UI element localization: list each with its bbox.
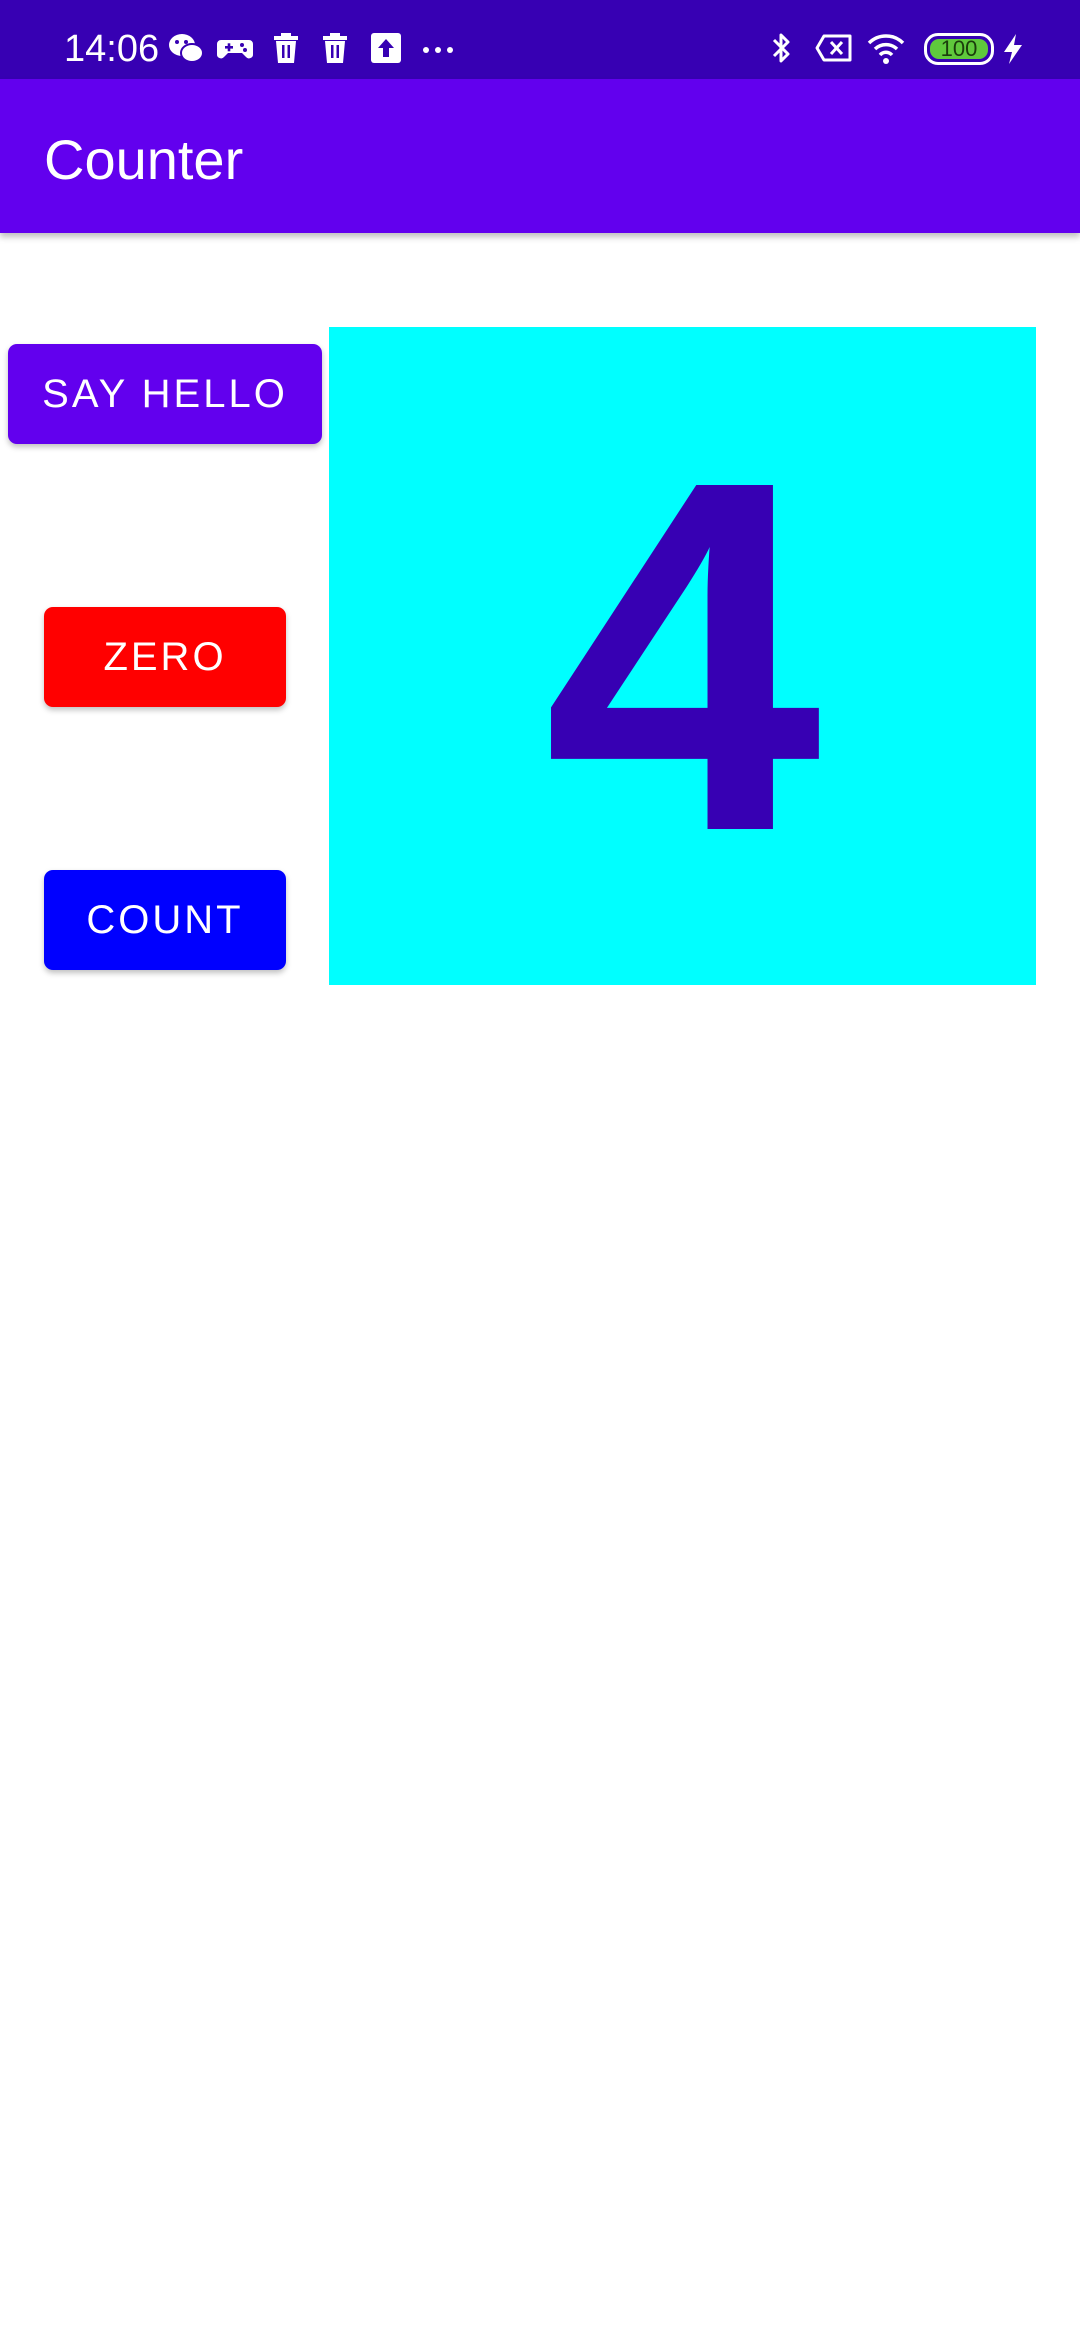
charging-bolt-icon [1000,28,1026,68]
status-time: 14:06 [64,28,160,70]
more-dots-icon [418,28,458,68]
say-hello-button[interactable]: SAY HELLO [8,344,322,444]
app-title: Counter [44,128,244,191]
sim-none-icon [814,28,854,68]
counter-value: 4 [543,376,822,935]
trash-icon [266,28,306,68]
wifi-icon [866,28,906,68]
trash-icon [315,28,355,68]
screen: 14:06 100 Counter SAY HELLO ZERO COUNT 4 [0,0,1080,2340]
wechat-icon [166,28,206,68]
counter-display: 4 [329,327,1036,985]
battery-level: 100 [940,36,978,61]
count-button[interactable]: COUNT [44,870,286,970]
zero-button[interactable]: ZERO [44,607,286,707]
battery-icon: 100 [924,33,994,65]
bluetooth-icon [761,28,801,68]
gamepad-icon [215,28,255,68]
status-bar: 14:06 100 [0,0,1080,79]
upload-icon [366,28,406,68]
app-bar: Counter [0,79,1080,233]
